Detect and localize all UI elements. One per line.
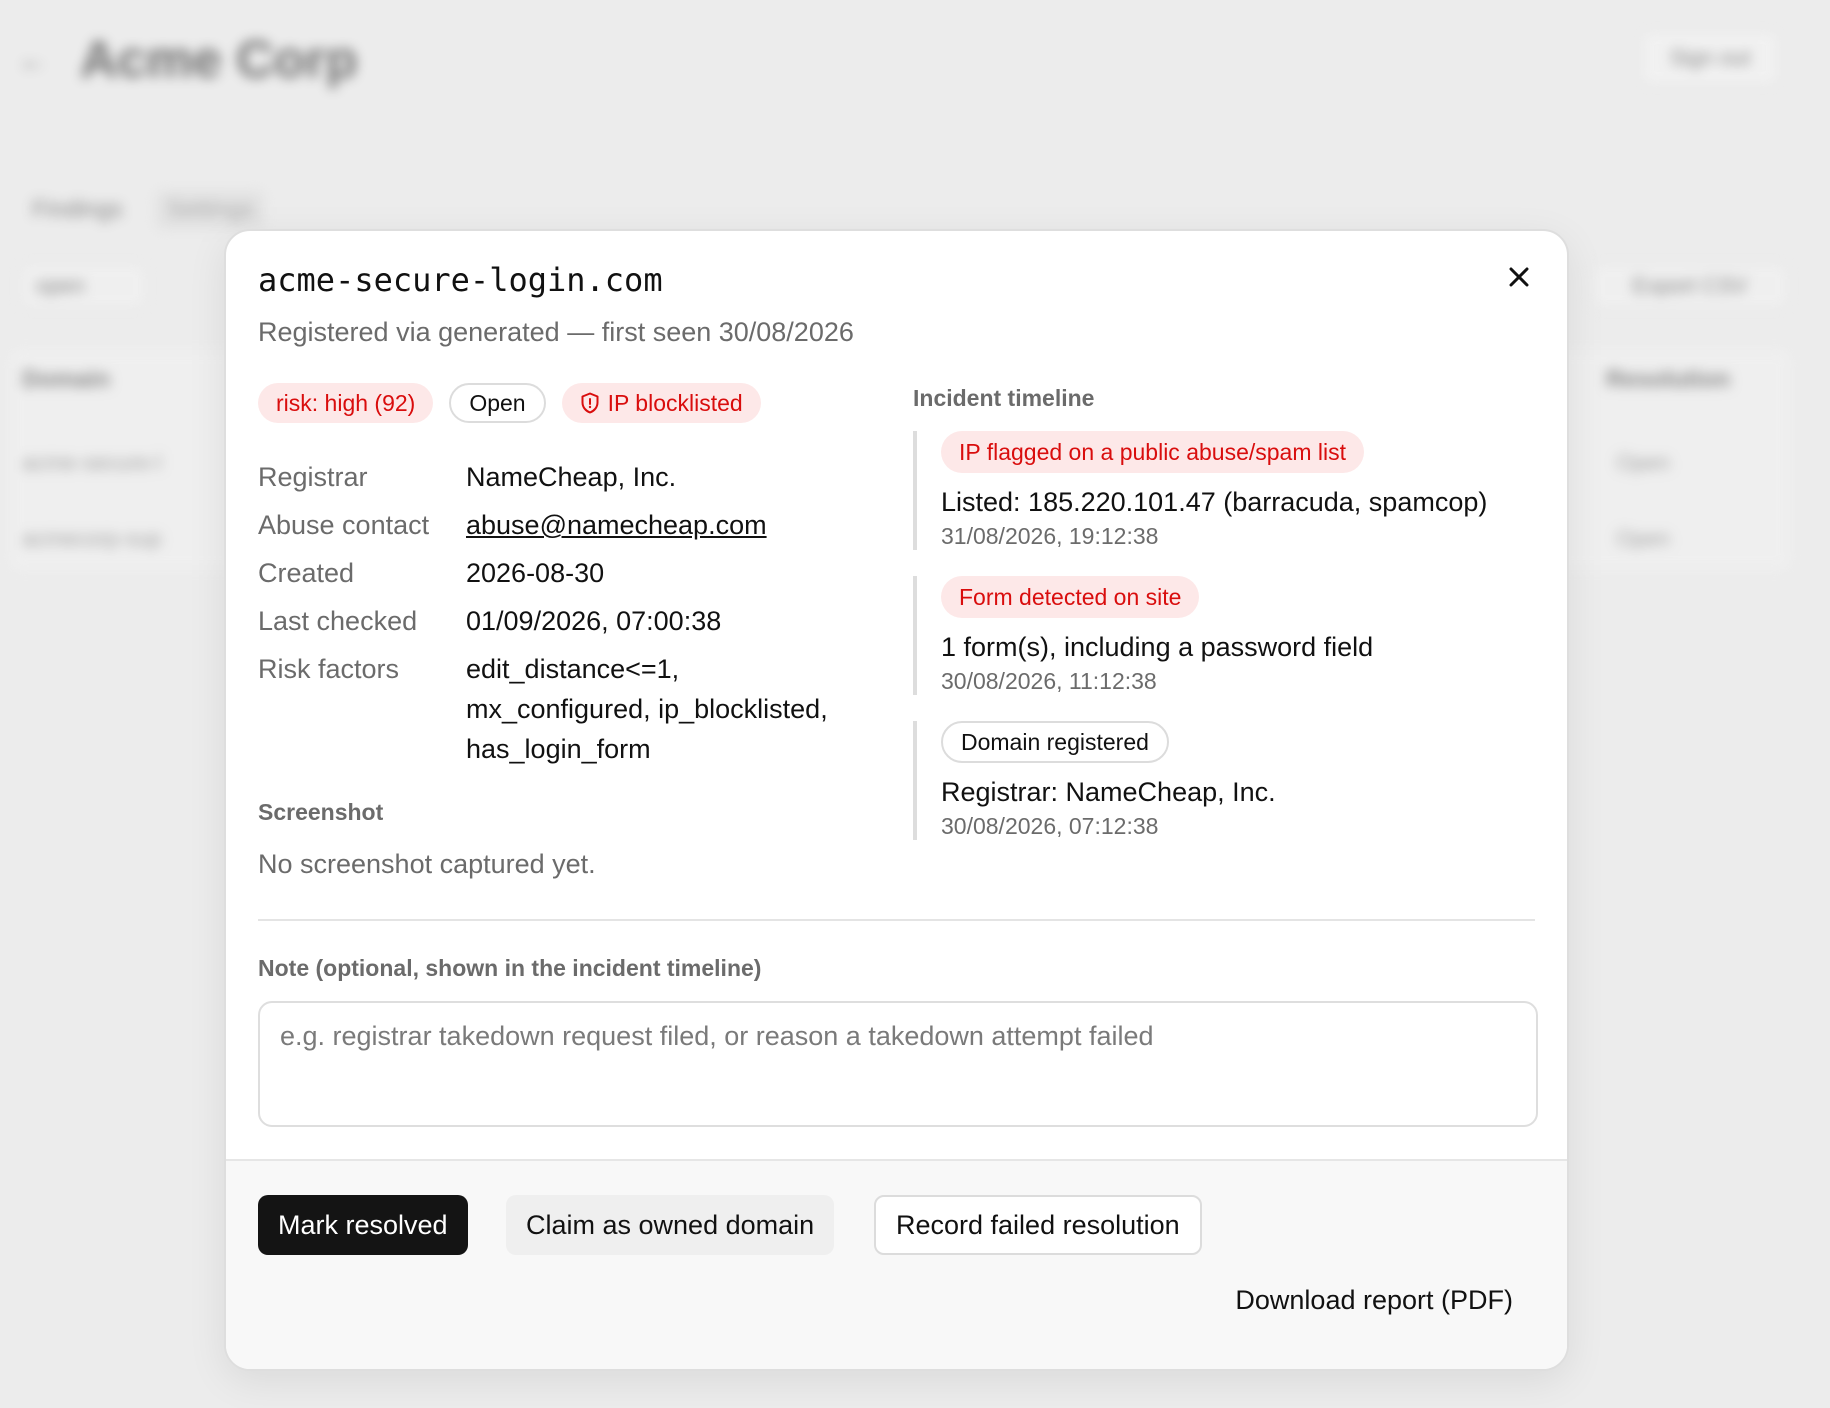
background-tabs: Findings Settings bbox=[20, 190, 266, 230]
domain-subtitle: Registered via generated — first seen 30… bbox=[258, 317, 854, 347]
status-filter-select: open bbox=[18, 262, 148, 310]
table-cell-domain: acmecorp-sup bbox=[22, 526, 162, 551]
detail-row-registrar: Registrar NameCheap, Inc. bbox=[258, 457, 878, 497]
status-badge: Open bbox=[449, 383, 546, 423]
detail-row-created: Created 2026-08-30 bbox=[258, 553, 878, 593]
timeline-event: IP flagged on a public abuse/spam list L… bbox=[913, 431, 1533, 550]
timeline-label: Incident timeline bbox=[913, 385, 1095, 411]
detail-row-last-checked: Last checked 01/09/2026, 07:00:38 bbox=[258, 601, 878, 641]
modal-footer: Mark resolved Claim as owned domain Reco… bbox=[226, 1159, 1567, 1369]
abuse-contact-link[interactable]: abuse@namecheap.com bbox=[466, 505, 767, 545]
timeline-event-badge: Form detected on site bbox=[941, 576, 1200, 618]
mark-resolved-button[interactable]: Mark resolved bbox=[258, 1195, 468, 1255]
risk-factor-line: mx_configured, ip_blocklisted, bbox=[466, 694, 828, 724]
detail-value: NameCheap, Inc. bbox=[466, 462, 677, 492]
tab-settings: Settings bbox=[154, 190, 266, 230]
screenshot-empty-text: No screenshot captured yet. bbox=[258, 849, 596, 879]
domain-details: Registrar NameCheap, Inc. Abuse contact … bbox=[258, 457, 878, 777]
timeline-event-text: 1 form(s), including a password field bbox=[941, 632, 1374, 662]
ip-blocklisted-badge: IP blocklisted bbox=[561, 383, 761, 423]
timeline-event-time: 30/08/2026, 07:12:38 bbox=[941, 813, 1159, 839]
note-label: Note (optional, shown in the incident ti… bbox=[258, 955, 762, 981]
table-header-domain: Domain bbox=[22, 366, 111, 393]
app-title: Acme Corp bbox=[80, 31, 358, 89]
ip-blocklisted-label: IP blocklisted bbox=[607, 390, 743, 416]
claim-owned-domain-button[interactable]: Claim as owned domain bbox=[506, 1195, 835, 1255]
timeline-event-text: Registrar: NameCheap, Inc. bbox=[941, 777, 1276, 807]
domain-title: acme-secure-login.com bbox=[258, 261, 663, 299]
close-icon bbox=[1509, 267, 1529, 287]
detail-key: Registrar bbox=[258, 462, 368, 492]
status-badges: risk: high (92) Open IP blocklisted bbox=[258, 383, 761, 423]
note-textarea[interactable] bbox=[258, 1001, 1538, 1127]
detail-key: Last checked bbox=[258, 606, 418, 636]
timeline-event: Form detected on site 1 form(s), includi… bbox=[913, 576, 1533, 695]
risk-badge: risk: high (92) bbox=[258, 383, 434, 423]
record-failed-resolution-button[interactable]: Record failed resolution bbox=[874, 1195, 1202, 1255]
table-cell-resolution: Open bbox=[1616, 526, 1670, 551]
timeline-event: Domain registered Registrar: NameCheap, … bbox=[913, 721, 1533, 840]
timeline-event-time: 30/08/2026, 11:12:38 bbox=[941, 668, 1157, 694]
download-report-link[interactable]: Download report (PDF) bbox=[1235, 1285, 1513, 1316]
close-button[interactable] bbox=[1501, 259, 1537, 295]
detail-row-risk-factors: Risk factors edit_distance<=1, mx_config… bbox=[258, 649, 878, 769]
screenshot-label: Screenshot bbox=[258, 799, 384, 825]
arrow-left-icon: ← bbox=[18, 44, 48, 77]
detail-value: 01/09/2026, 07:00:38 bbox=[466, 606, 722, 636]
incident-timeline: IP flagged on a public abuse/spam list L… bbox=[913, 431, 1533, 866]
timeline-event-text: Listed: 185.220.101.47 (barracuda, spamc… bbox=[941, 487, 1488, 517]
detail-row-abuse-contact: Abuse contact abuse@namecheap.com bbox=[258, 505, 878, 545]
table-cell-resolution: Open bbox=[1616, 450, 1670, 475]
detail-value: 2026-08-30 bbox=[466, 558, 605, 588]
export-csv-button: Export CSV bbox=[1590, 262, 1790, 310]
table-header-resolution: Resolution bbox=[1606, 366, 1730, 393]
timeline-event-badge: Domain registered bbox=[941, 721, 1169, 763]
table-cell-domain: acme-secure-l bbox=[22, 450, 162, 475]
finding-detail-modal: acme-secure-login.com Registered via gen… bbox=[224, 229, 1569, 1371]
detail-key: Created bbox=[258, 558, 355, 588]
tab-findings: Findings bbox=[32, 196, 123, 223]
timeline-event-badge: IP flagged on a public abuse/spam list bbox=[941, 431, 1364, 473]
detail-key: Abuse contact bbox=[258, 510, 430, 540]
risk-factors-value: edit_distance<=1, mx_configured, ip_bloc… bbox=[466, 649, 828, 769]
shield-alert-icon bbox=[581, 392, 599, 414]
risk-factor-line: has_login_form bbox=[466, 734, 651, 764]
risk-factor-line: edit_distance<=1, bbox=[466, 654, 680, 684]
timeline-event-time: 31/08/2026, 19:12:38 bbox=[941, 523, 1159, 549]
section-divider bbox=[258, 919, 1535, 921]
detail-key: Risk factors bbox=[258, 654, 400, 684]
sign-out-button: Sign out bbox=[1640, 30, 1780, 86]
